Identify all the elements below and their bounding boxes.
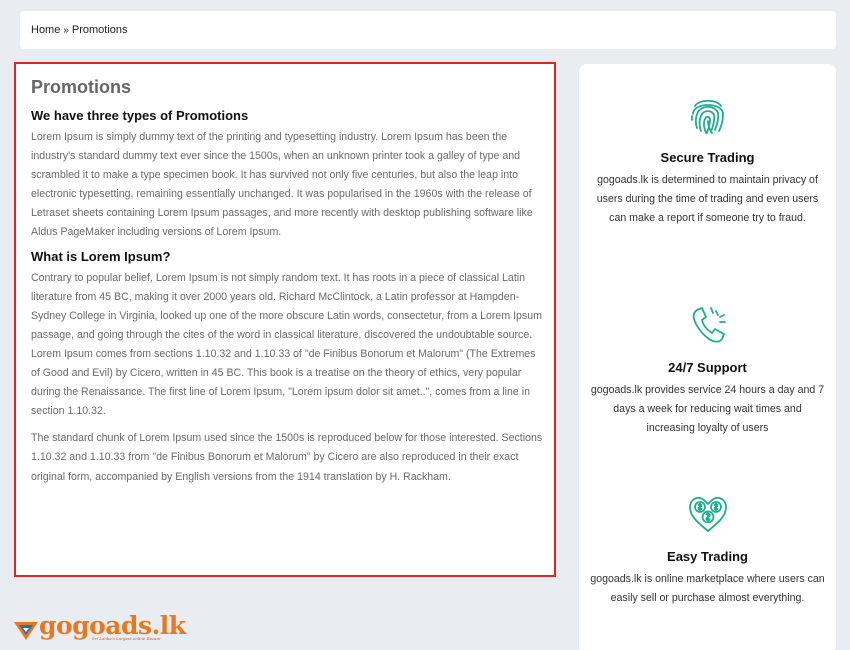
feature-easy-trading: Easy Trading gogoads.lk is online market… bbox=[579, 491, 836, 608]
top-strip bbox=[0, 0, 850, 5]
feature-description: gogoads.lk is online marketplace where u… bbox=[590, 573, 825, 604]
gogoads-logo[interactable]: gogoads.lk Sri Lanka's Largest online Ba… bbox=[14, 612, 186, 648]
feature-title: Secure Trading bbox=[660, 150, 755, 165]
page-title: Promotions bbox=[31, 77, 132, 97]
fingerprint-icon bbox=[685, 92, 731, 138]
feature-title: Easy Trading bbox=[667, 549, 748, 564]
logo-tagline: Sri Lanka's Largest online Bazaar bbox=[92, 636, 161, 641]
breadcrumb-current: Promotions bbox=[71, 24, 128, 36]
section-heading-promotion-types: We have three types of Promotions bbox=[31, 108, 249, 123]
feature-title: 24/7 Support bbox=[668, 360, 747, 375]
feature-description: gogoads.lk is determined to maintain pri… bbox=[596, 174, 819, 224]
section-paragraph-promotion-types: Lorem Ipsum is simply dummy text of the … bbox=[31, 131, 533, 239]
phone-icon bbox=[685, 302, 731, 348]
breadcrumb-home-link[interactable]: Home bbox=[31, 24, 60, 36]
breadcrumb: Home » Promotions bbox=[20, 11, 836, 49]
money-heart-icon bbox=[685, 491, 731, 537]
promotions-content-card: Promotions We have three types of Promot… bbox=[14, 62, 556, 577]
feature-secure-trading: Secure Trading gogoads.lk is determined … bbox=[579, 92, 836, 228]
feature-support: 24/7 Support gogoads.lk provides service… bbox=[579, 302, 836, 438]
section-paragraph-lorem-origin: Contrary to popular belief, Lorem Ipsum … bbox=[31, 271, 542, 418]
feature-description: gogoads.lk provides service 24 hours a d… bbox=[590, 384, 825, 434]
features-sidebar: Secure Trading gogoads.lk is determined … bbox=[579, 64, 836, 650]
section-heading-lorem-ipsum: What is Lorem Ipsum? bbox=[31, 248, 171, 264]
section-paragraph-lorem-chunk: The standard chunk of Lorem Ipsum used s… bbox=[31, 432, 543, 483]
breadcrumb-separator: » bbox=[63, 24, 69, 36]
logo-mark-icon bbox=[14, 622, 38, 640]
